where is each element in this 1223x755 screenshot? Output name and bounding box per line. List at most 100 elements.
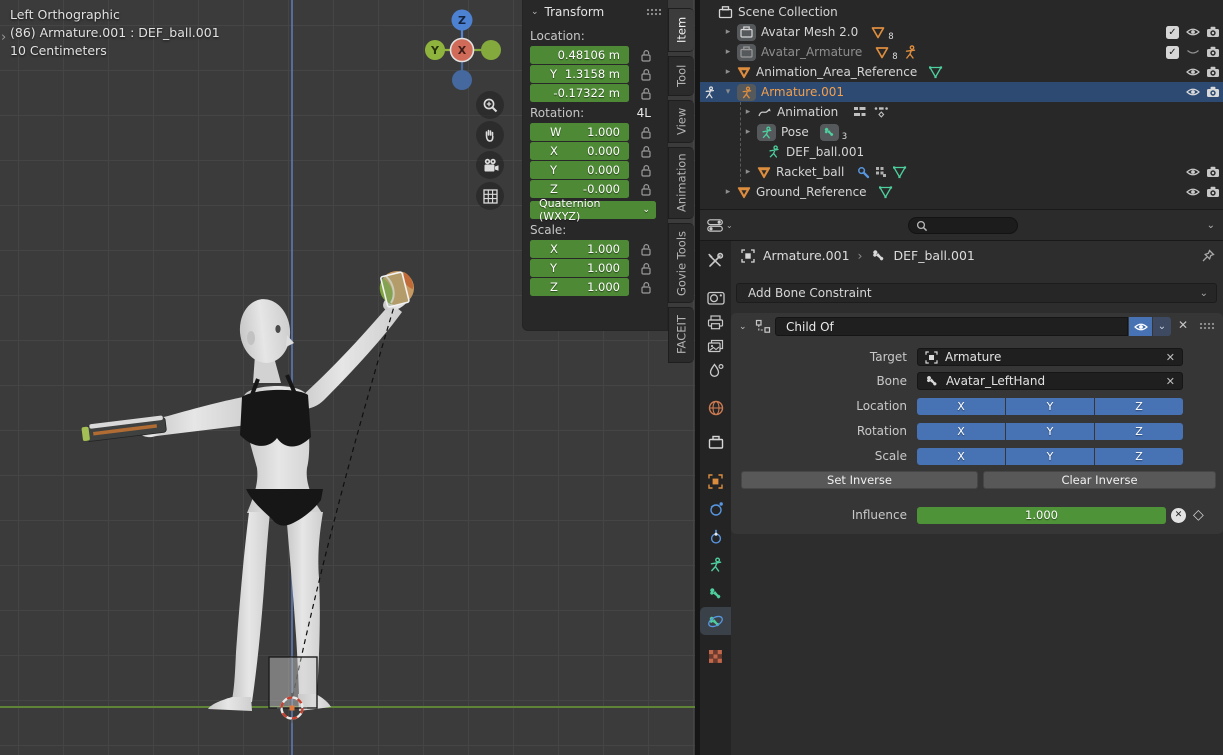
collapse-chevron-icon[interactable]: ⌄ <box>739 322 747 332</box>
scale-y-field[interactable]: Y1.000 <box>530 259 629 277</box>
add-bone-constraint-button[interactable]: Add Bone Constraint ⌄ <box>736 283 1217 303</box>
hide-eye-icon[interactable] <box>1186 27 1200 37</box>
outliner-row-animation-area-reference[interactable]: ▸ Animation_Area_Reference <box>700 62 1223 82</box>
lock-icon[interactable] <box>640 87 652 100</box>
outliner-row-def-ball[interactable]: DEF_ball.001 <box>700 142 1223 162</box>
lock-icon[interactable] <box>640 164 652 177</box>
sidebar-tab-item[interactable]: Item <box>668 8 694 52</box>
location-x-toggle[interactable]: X <box>917 398 1005 415</box>
hide-eye-closed-icon[interactable] <box>1186 47 1200 57</box>
outliner-row-ground-reference[interactable]: ▸ Ground_Reference <box>700 182 1223 202</box>
exclude-checkbox[interactable]: ✓ <box>1166 26 1179 39</box>
filter-chevron-icon[interactable]: ⌄ <box>1207 220 1215 231</box>
location-y-toggle[interactable]: Y <box>1006 398 1094 415</box>
sidebar-tab-faceit[interactable]: FACEIT <box>668 307 694 363</box>
hide-eye-icon[interactable] <box>1186 167 1200 177</box>
clear-inverse-button[interactable]: Clear Inverse <box>983 471 1216 489</box>
clear-bone-icon[interactable]: ✕ <box>1166 375 1175 388</box>
lock-icon[interactable] <box>640 243 652 256</box>
rotation-y-toggle[interactable]: Y <box>1006 423 1094 440</box>
render-camera-icon[interactable] <box>1206 26 1220 38</box>
rotation-w-field[interactable]: W1.000 <box>530 123 629 141</box>
collapse-arrow-icon[interactable]: ▾ <box>724 87 732 97</box>
lock-icon[interactable] <box>640 262 652 275</box>
tab-world[interactable] <box>700 396 731 420</box>
pin-icon[interactable] <box>1201 249 1215 263</box>
editor-type-selector[interactable]: ⌄ <box>707 219 733 232</box>
tab-bone-constraints[interactable] <box>700 607 731 635</box>
hide-eye-icon[interactable] <box>1186 67 1200 77</box>
constraint-grip-icon[interactable] <box>1199 322 1215 330</box>
lock-icon[interactable] <box>640 126 652 139</box>
lock-icon[interactable] <box>640 68 652 81</box>
render-camera-icon[interactable] <box>1206 66 1220 78</box>
tab-object[interactable] <box>700 469 731 493</box>
location-y-field[interactable]: Y1.3158 m <box>530 65 629 83</box>
sidebar-tab-tool[interactable]: Tool <box>668 56 694 96</box>
outliner-row-racket-ball[interactable]: ▸ Racket_ball <box>700 162 1223 182</box>
target-field[interactable]: Armature ✕ <box>917 348 1183 366</box>
lock-icon[interactable] <box>640 183 652 196</box>
hide-eye-icon[interactable] <box>1186 187 1200 197</box>
rotation-x-toggle[interactable]: X <box>917 423 1005 440</box>
tab-armature-data[interactable] <box>700 553 731 577</box>
scale-z-toggle[interactable]: Z <box>1095 448 1183 465</box>
tab-texture[interactable] <box>700 644 731 668</box>
expand-arrow-icon[interactable]: ▸ <box>724 187 732 197</box>
rotation-y-field[interactable]: Y0.000 <box>530 161 629 179</box>
render-camera-icon[interactable] <box>1206 186 1220 198</box>
breadcrumb-object[interactable]: Armature.001 <box>763 248 850 263</box>
tab-render[interactable] <box>700 285 731 309</box>
constraint-delete-button[interactable]: ✕ <box>1178 318 1188 332</box>
render-camera-icon[interactable] <box>1206 166 1220 178</box>
tab-output[interactable] <box>700 310 731 334</box>
outliner-row-animation[interactable]: ▸ Animation <box>700 102 1223 122</box>
scale-z-field[interactable]: Z1.000 <box>530 278 629 296</box>
camera-view-button[interactable] <box>476 151 504 179</box>
sidebar-tab-govie-tools[interactable]: Govie Tools <box>668 223 694 303</box>
expand-arrow-icon[interactable]: ▸ <box>724 67 732 77</box>
bone-field[interactable]: Avatar_LeftHand ✕ <box>917 372 1183 390</box>
render-camera-icon[interactable] <box>1206 46 1220 58</box>
scale-x-field[interactable]: X1.000 <box>530 240 629 258</box>
expand-arrow-icon[interactable]: ▸ <box>724 27 732 37</box>
exclude-checkbox[interactable]: ✓ <box>1166 46 1179 59</box>
constraint-extras-chevron[interactable]: ⌄ <box>1153 317 1171 336</box>
pan-button[interactable] <box>476 121 504 149</box>
lock-icon[interactable] <box>640 145 652 158</box>
ortho-grid-button[interactable] <box>476 182 504 210</box>
outliner-row-avatar-mesh[interactable]: ▸ Avatar Mesh 2.0 8 ✓ <box>700 22 1223 42</box>
expand-arrow-icon[interactable]: ▸ <box>744 167 752 177</box>
tab-scene[interactable] <box>700 358 731 382</box>
outliner-row-avatar-armature[interactable]: ▸ Avatar_Armature 8 ✓ <box>700 42 1223 62</box>
rotation-x-field[interactable]: X0.000 <box>530 142 629 160</box>
location-z-field[interactable]: -0.17322 m <box>530 84 629 102</box>
tab-object-constraints[interactable] <box>700 525 731 549</box>
expand-arrow-icon[interactable]: ▸ <box>724 47 732 57</box>
tab-physics[interactable] <box>700 497 731 521</box>
scale-y-toggle[interactable]: Y <box>1006 448 1094 465</box>
outliner-row-scene-collection[interactable]: Scene Collection <box>700 2 1223 22</box>
breadcrumb-bone[interactable]: DEF_ball.001 <box>894 248 975 263</box>
tab-collection[interactable] <box>700 430 731 454</box>
influence-slider[interactable]: 1.000 <box>917 507 1166 524</box>
sidebar-tab-animation[interactable]: Animation <box>668 147 694 219</box>
tab-bone[interactable] <box>700 581 731 605</box>
location-x-field[interactable]: 0.48106 m <box>530 46 629 64</box>
clear-influence-icon[interactable]: ✕ <box>1171 508 1186 523</box>
location-z-toggle[interactable]: Z <box>1095 398 1183 415</box>
render-camera-icon[interactable] <box>1206 86 1220 98</box>
hide-eye-icon[interactable] <box>1186 87 1200 97</box>
properties-search-input[interactable] <box>908 217 1018 234</box>
clear-target-icon[interactable]: ✕ <box>1166 351 1175 364</box>
outliner-row-armature-001[interactable]: ▾ Armature.001 <box>700 82 1223 102</box>
constraint-enable-eye-button[interactable] <box>1129 317 1152 336</box>
transform-panel-header[interactable]: ⌄ Transform <box>523 0 667 25</box>
rotation-mode-dropdown[interactable]: Quaternion (WXYZ) ⌄ <box>530 201 656 219</box>
lock-icon[interactable] <box>640 281 652 294</box>
lock-icon[interactable] <box>640 49 652 62</box>
scale-x-toggle[interactable]: X <box>917 448 1005 465</box>
rotation-z-toggle[interactable]: Z <box>1095 423 1183 440</box>
expand-arrow-icon[interactable]: ▸ <box>744 127 752 137</box>
zoom-button[interactable] <box>476 91 504 119</box>
